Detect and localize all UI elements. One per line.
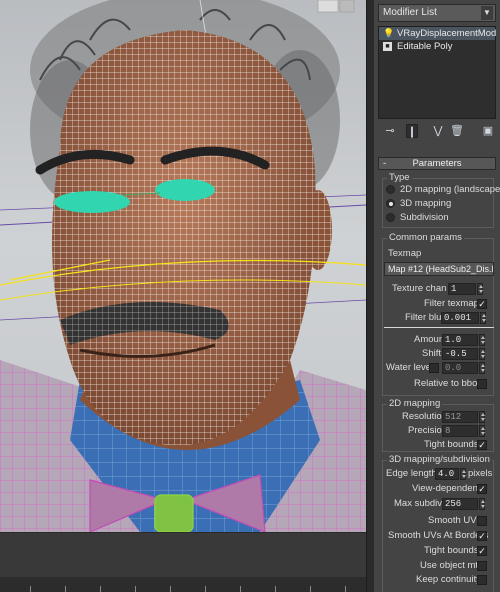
keep-continuity-label: Keep continuity <box>416 574 481 585</box>
configure-sets-icon[interactable]: ▣ <box>482 124 494 138</box>
tight-bounds-2d-label: Tight bounds <box>424 439 479 450</box>
lightbulb-icon[interactable]: 💡 <box>383 29 394 38</box>
stack-toolbar: ⊸ ❙ ⋁ 🗑 ▣ <box>380 122 496 140</box>
perspective-viewport[interactable] <box>0 0 366 532</box>
timeline-tick <box>30 586 31 592</box>
common-params-title: Common params <box>387 232 464 244</box>
stack-item-label: Editable Poly <box>397 41 453 52</box>
timeline-tick <box>170 586 171 592</box>
box-icon: ■ <box>383 42 392 51</box>
parameters-title: Parameters <box>412 158 462 169</box>
type-group-title: Type <box>387 172 412 184</box>
timeline-tick <box>100 586 101 592</box>
water-level-checkbox[interactable] <box>429 363 439 373</box>
filter-texmap-label: Filter texmap <box>424 298 479 309</box>
precision-field[interactable]: 8 <box>442 425 478 437</box>
pin-stack-icon[interactable]: ⊸ <box>384 124 396 138</box>
tight-bounds-2d-checkbox[interactable]: ✓ <box>477 440 487 450</box>
modifier-list-label: Modifier List <box>383 7 437 18</box>
water-level-field[interactable]: 0.0 <box>442 362 478 374</box>
water-level-label: Water level <box>386 362 434 373</box>
texture-chan-spinner[interactable] <box>477 283 483 295</box>
tight-bounds-3d-label: Tight bounds <box>424 545 479 556</box>
remove-modifier-icon[interactable]: 🗑 <box>450 124 464 138</box>
radio-button[interactable] <box>386 213 395 222</box>
edge-length-field[interactable]: 4.0 <box>435 468 459 480</box>
radio-label: 3D mapping <box>400 198 452 209</box>
modify-command-panel: Modifier List ▼ 💡 VRayDisplacementMod ■ … <box>374 0 500 592</box>
make-unique-icon[interactable]: ⋁ <box>432 124 444 138</box>
filter-texmap-checkbox[interactable]: ✓ <box>477 299 487 309</box>
mapping-3d-title: 3D mapping/subdivision <box>387 454 492 466</box>
texture-chan-field[interactable]: 1 <box>448 283 476 295</box>
divider <box>384 327 494 328</box>
filter-blur-field[interactable]: 0.001 <box>441 312 479 324</box>
water-level-spinner[interactable] <box>479 362 485 374</box>
view-dependent-checkbox[interactable]: ✓ <box>477 484 487 494</box>
chevron-down-icon[interactable]: ▼ <box>481 6 493 20</box>
max-subdivs-spinner[interactable] <box>479 498 485 510</box>
radio-label: Subdivision <box>400 212 449 223</box>
timeline-tick <box>65 586 66 592</box>
filter-blur-spinner[interactable] <box>480 312 486 324</box>
texmap-button[interactable]: Map #12 (HeadSub2_Dis.PSD) <box>384 262 494 276</box>
modifier-list-dropdown[interactable]: Modifier List ▼ <box>378 4 496 22</box>
viewport-canvas <box>0 0 366 532</box>
keep-continuity-checkbox[interactable] <box>477 575 487 585</box>
relative-bbox-label: Relative to bbox <box>414 378 483 389</box>
stack-item-label: VRayDisplacementMod <box>397 28 497 39</box>
viewport-status-bar <box>0 532 366 577</box>
resolution-field[interactable]: 512 <box>442 411 478 423</box>
max-subdivs-field[interactable]: 256 <box>442 498 478 510</box>
timeline-tick <box>240 586 241 592</box>
stack-item-editable-poly[interactable]: ■ Editable Poly <box>379 40 495 53</box>
smooth-uvs-borders-checkbox[interactable]: ✓ <box>477 531 487 541</box>
smooth-uvs-label: Smooth UVs <box>428 515 482 526</box>
panel-splitter[interactable] <box>366 0 374 592</box>
timeline-tick <box>135 586 136 592</box>
view-dependent-label: View-dependent <box>412 483 481 494</box>
shift-label: Shift <box>422 348 442 359</box>
tight-bounds-3d-checkbox[interactable]: ✓ <box>477 546 487 556</box>
edge-length-unit: pixels <box>468 468 493 479</box>
edge-length-label: Edge length <box>386 468 437 479</box>
amount-spinner[interactable] <box>479 334 485 346</box>
radio-label: 2D mapping (landscape) <box>400 184 500 195</box>
filter-blur-label: Filter blur <box>405 312 445 323</box>
amount-field[interactable]: 1.0 <box>442 334 478 346</box>
resolution-spinner[interactable] <box>479 411 485 423</box>
time-slider[interactable] <box>0 577 366 592</box>
texmap-label: Texmap <box>388 248 422 259</box>
mapping-2d-title: 2D mapping <box>387 398 443 410</box>
stack-item-vraydisplacementmod[interactable]: 💡 VRayDisplacementMod <box>379 27 497 40</box>
max-subdivs-label: Max subdivs <box>394 498 447 509</box>
shift-spinner[interactable] <box>479 348 485 360</box>
edge-length-spinner[interactable] <box>460 468 466 480</box>
resolution-label: Resolution <box>402 411 447 422</box>
smooth-uvs-borders-label: Smooth UVs At Borders <box>388 530 489 541</box>
smooth-uvs-checkbox[interactable] <box>477 516 487 526</box>
modifier-stack[interactable]: 💡 VRayDisplacementMod ■ Editable Poly <box>378 26 496 119</box>
timeline-tick <box>275 586 276 592</box>
texture-chan-label: Texture chan <box>392 283 447 294</box>
timeline-tick <box>205 586 206 592</box>
radio-button[interactable] <box>386 199 395 208</box>
radio-button[interactable] <box>386 185 395 194</box>
timeline-tick <box>310 586 311 592</box>
collapse-icon: - <box>383 158 387 169</box>
relative-bbox-checkbox[interactable] <box>477 379 487 389</box>
use-object-mtl-checkbox[interactable] <box>477 561 487 571</box>
shift-field[interactable]: -0.5 <box>442 348 478 360</box>
precision-spinner[interactable] <box>479 425 485 437</box>
timeline-tick <box>345 586 346 592</box>
show-end-result-icon[interactable]: ❙ <box>406 124 418 138</box>
parameters-rollout-header[interactable]: - Parameters <box>378 157 496 170</box>
use-object-mtl-label: Use object mtl <box>420 560 481 571</box>
